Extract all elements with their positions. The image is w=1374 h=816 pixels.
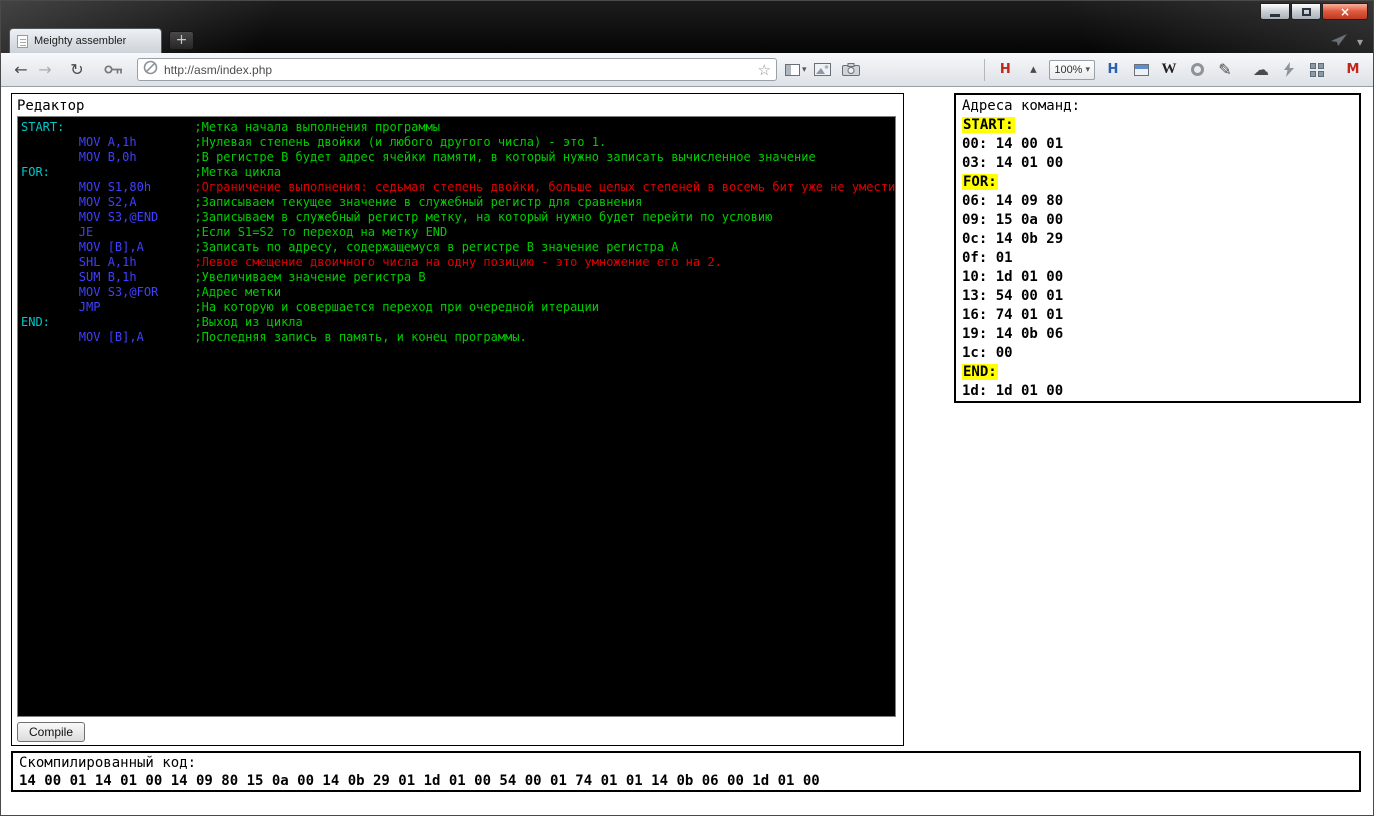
address-byte-row: 1d: 1d 01 00 bbox=[962, 383, 1064, 399]
forward-button[interactable]: → bbox=[33, 58, 57, 82]
compiled-title: Скомпилированный код: bbox=[19, 755, 197, 771]
minimize-icon bbox=[1270, 13, 1280, 17]
panels-caret-icon: ▾ bbox=[802, 64, 807, 75]
editor-line: MOV [B],A ;Последняя запись в память, и к… bbox=[78, 330, 527, 344]
panels-icon bbox=[785, 63, 800, 76]
address-bar[interactable]: http://asm/index.php ☆ bbox=[137, 58, 777, 81]
site-identity-icon[interactable] bbox=[143, 60, 158, 80]
close-icon: × bbox=[1339, 4, 1351, 19]
compiled-panel: Скомпилированный код: 14 00 01 14 01 00 … bbox=[11, 751, 1361, 792]
editor-line: START: ;Метка начала выполнения программы bbox=[21, 120, 441, 134]
address-byte-row: 19: 14 0b 06 bbox=[962, 326, 1064, 342]
address-byte-row: 0c: 14 0b 29 bbox=[962, 231, 1064, 247]
editor-panel: Редактор START: ;Метка начала выполнения … bbox=[11, 93, 904, 746]
grid-icon[interactable] bbox=[1305, 58, 1329, 82]
camera-icon[interactable] bbox=[839, 58, 863, 82]
page-content: Редактор START: ;Метка начала выполнения … bbox=[1, 87, 1373, 815]
panels-button[interactable]: ▾ bbox=[785, 63, 807, 76]
addresses-title: Адреса команд: bbox=[962, 98, 1081, 114]
editor-line: MOV S1,80h ;Ограничение выполнения: седьм… bbox=[78, 180, 896, 194]
zoom-level: 100% bbox=[1054, 63, 1083, 76]
url-text: http://asm/index.php bbox=[164, 62, 273, 77]
editor-line: END: ;Выход из цикла bbox=[21, 315, 303, 329]
bookmark-star-icon[interactable]: ☆ bbox=[758, 61, 771, 79]
titlebar: × Meighty assembler + ▾ bbox=[1, 1, 1373, 53]
browser-window: × Meighty assembler + ▾ ← → ↻ http://asm… bbox=[0, 0, 1374, 816]
tab-title: Meighty assembler bbox=[34, 35, 127, 47]
reload-button[interactable]: ↻ bbox=[65, 58, 89, 82]
editor-line: SUM B,1h ;Увеличиваем значение регистра B bbox=[78, 270, 426, 284]
editor-line: JE ;Если S1=S2 то переход на метку END bbox=[78, 225, 448, 239]
maximize-button[interactable] bbox=[1291, 3, 1321, 20]
cloud-icon[interactable]: ☁ bbox=[1249, 58, 1273, 82]
new-tab-button[interactable]: + bbox=[169, 31, 194, 50]
back-button[interactable]: ← bbox=[9, 58, 33, 82]
editor-line: SHL A,1h ;Левое смещение двоичного числа … bbox=[78, 255, 722, 269]
editor-line: MOV B,0h ;В регистре B будет адрес ячейки… bbox=[78, 150, 816, 164]
editor-line: MOV [B],A ;Записать по адресу, содержащем… bbox=[78, 240, 679, 254]
gmail-m-icon[interactable]: M bbox=[1341, 58, 1365, 82]
address-byte-row: 03: 14 01 00 bbox=[962, 155, 1064, 171]
address-byte-row: 1c: 00 bbox=[962, 345, 1013, 361]
editor-line: JMP ;На которую и совершается переход при… bbox=[78, 300, 599, 314]
zoom-up-icon[interactable]: ▴ bbox=[1021, 58, 1045, 82]
session-window-icon[interactable] bbox=[1129, 58, 1153, 82]
zoom-dropdown[interactable]: 100% ▾ bbox=[1049, 59, 1095, 80]
compile-button[interactable]: Compile bbox=[17, 722, 86, 742]
compiled-code: 14 00 01 14 01 00 14 09 80 15 0a 00 14 0… bbox=[19, 773, 820, 789]
address-byte-row: 16: 74 01 01 bbox=[962, 307, 1064, 323]
editor-line: MOV A,1h ;Нулевая степень двойки (и любог… bbox=[78, 135, 607, 149]
pencil-icon[interactable]: ✎ bbox=[1213, 58, 1237, 82]
address-byte-row: 13: 54 00 01 bbox=[962, 288, 1064, 304]
editor-textarea[interactable]: START: ;Метка начала выполнения программы… bbox=[17, 116, 896, 717]
images-icon[interactable] bbox=[811, 58, 835, 82]
addresses-panel: Адреса команд: START: 00: 14 00 01 03: 14 … bbox=[954, 93, 1361, 403]
address-label-row: END: bbox=[962, 364, 998, 380]
wikipedia-w-icon[interactable]: W bbox=[1157, 58, 1181, 82]
tab-meighty-assembler[interactable]: Meighty assembler bbox=[9, 28, 162, 53]
zoom-caret-icon: ▾ bbox=[1085, 64, 1090, 75]
minimize-button[interactable] bbox=[1260, 3, 1290, 20]
address-byte-row: 06: 14 09 80 bbox=[962, 193, 1064, 209]
maximize-icon bbox=[1301, 7, 1311, 16]
address-byte-row: 10: 1d 01 00 bbox=[962, 269, 1064, 285]
lightning-icon[interactable] bbox=[1277, 58, 1301, 82]
close-button[interactable]: × bbox=[1322, 3, 1368, 20]
history-h-icon[interactable]: H bbox=[1101, 58, 1125, 82]
ring-icon[interactable] bbox=[1185, 58, 1209, 82]
validator-h-icon[interactable]: H bbox=[993, 58, 1017, 82]
editor-line: MOV S2,A ;Записываем текущее значение в с… bbox=[78, 195, 643, 209]
window-controls: × bbox=[1259, 3, 1368, 20]
toolbar-separator bbox=[984, 58, 986, 81]
editor-line: MOV S3,@FOR ;Адрес метки bbox=[78, 285, 282, 299]
send-icon[interactable] bbox=[1330, 34, 1347, 49]
navigation-toolbar: ← → ↻ http://asm/index.php ☆ ▾ H ▴ 100% bbox=[1, 53, 1373, 87]
address-list: START: 00: 14 00 01 03: 14 01 00 FOR: 06: 14… bbox=[962, 116, 1353, 401]
address-byte-row: 09: 15 0a 00 bbox=[962, 212, 1064, 228]
editor-line: MOV S3,@END ;Записываем в служебный регис… bbox=[78, 210, 773, 224]
key-icon[interactable] bbox=[101, 58, 125, 82]
address-byte-row: 0f: 01 bbox=[962, 250, 1013, 266]
page-favicon-icon bbox=[17, 34, 28, 48]
tab-list-caret-icon[interactable]: ▾ bbox=[1357, 35, 1363, 49]
address-byte-row: 00: 14 00 01 bbox=[962, 136, 1064, 152]
address-label-row: FOR: bbox=[962, 174, 998, 190]
address-label-row: START: bbox=[962, 117, 1015, 133]
editor-line: FOR: ;Метка цикла bbox=[21, 165, 282, 179]
editor-title: Редактор bbox=[17, 98, 85, 114]
